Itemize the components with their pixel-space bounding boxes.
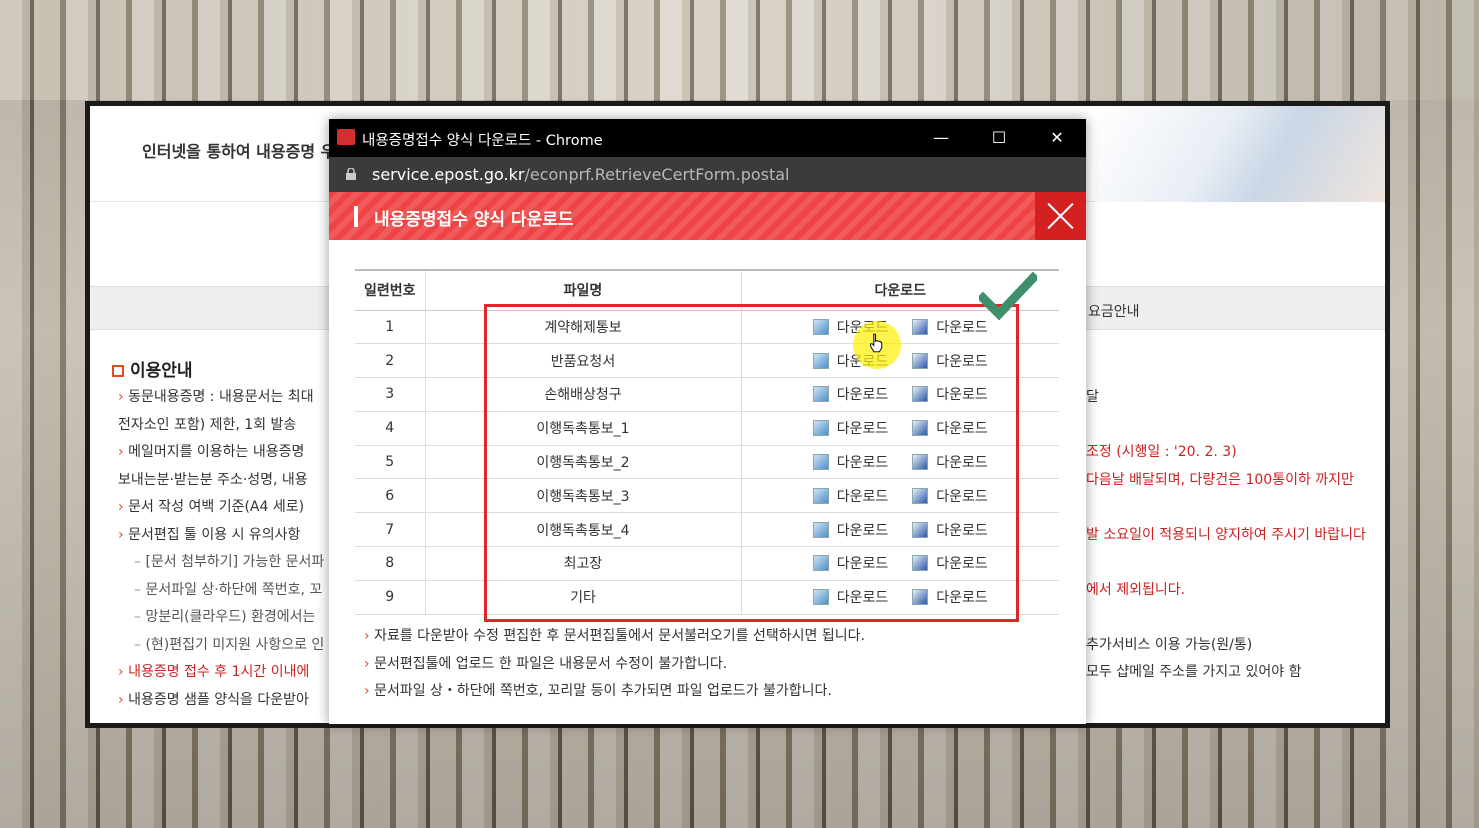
pointer-cursor-icon [870, 333, 883, 353]
info-right-item: 발 소요일이 적용되니 양지하여 주시기 바랍니다 [1086, 526, 1366, 543]
info-item: (현)편집기 미지원 사항으로 인 [118, 632, 338, 660]
info-item: 전자소인 포함) 제한, 1회 발송 [118, 416, 297, 433]
url-path: /econprf.RetrieveCertForm.postal [524, 165, 790, 184]
info-list: 동문내용증명 : 내용문서는 최대전자소인 포함) 제한, 1회 발송메일머지를… [118, 384, 338, 714]
info-item: 내용증명 샘플 양식을 다운받아 [118, 687, 338, 715]
nav-item-fee-info[interactable]: 요금안내 [1088, 301, 1140, 321]
info-right-item: 달 [1086, 389, 1099, 405]
lock-icon [346, 168, 356, 180]
info-right-item [1086, 549, 1385, 577]
info-right-item: 모두 샵메일 주소를 가지고 있어야 함 [1086, 664, 1302, 680]
address-bar[interactable]: service.epost.go.kr/econprf.RetrieveCert… [329, 157, 1086, 192]
url-text[interactable]: service.epost.go.kr/econprf.RetrieveCert… [372, 165, 790, 184]
note-item: 자료를 다운받아 수정 편집한 후 문서편집툴에서 문서불러오기를 선택하시면 … [364, 623, 865, 651]
window-title: 내용증명접수 양식 다운로드 - Chrome [362, 133, 603, 149]
info-right-item: 추가서비스 이용 가능(원/통) [1086, 636, 1253, 653]
row-serial: 3 [355, 377, 425, 412]
info-right-item [1086, 604, 1385, 632]
popup-title: 내용증명접수 양식 다운로드 [374, 210, 574, 230]
row-serial: 5 [355, 445, 425, 480]
cursor-highlight [853, 321, 901, 369]
page-intro-text: 인터넷을 통하여 내용증명 우 [142, 142, 336, 161]
info-right-item [1086, 412, 1385, 440]
info-item: 문서파일 상·하단에 쪽번호, 꼬 [118, 577, 338, 605]
row-serial: 4 [355, 411, 425, 446]
notes-list: 자료를 다운받아 수정 편집한 후 문서편집툴에서 문서불러오기를 선택하시면 … [364, 623, 865, 706]
maximize-button[interactable]: ☐ [970, 119, 1028, 157]
checkmark-icon [979, 272, 1037, 320]
note-item: 문서파일 상・하단에 쪽번호, 꼬리말 등이 추가되면 파일 업로드가 불가합니… [364, 678, 865, 706]
row-serial: 2 [355, 343, 425, 379]
header-bar-accent [354, 206, 358, 227]
info-item: 문서 작성 여백 기준(A4 세로) [118, 494, 338, 522]
info-right-item: 조정 (시행일 : '20. 2. 3) [1086, 444, 1237, 460]
info-right-item: 다음날 배달되며, 다량건은 100통이하 까지만 [1086, 471, 1354, 488]
row-serial: 8 [355, 546, 425, 581]
info-right-item: 에서 제외됩니다. [1086, 581, 1186, 598]
info-item: [문서 첨부하기] 가능한 문서파 [118, 549, 338, 577]
info-item: 보내는분·받는분 주소·성명, 내용 [118, 471, 308, 488]
info-item: 메일머지를 이용하는 내용증명 [118, 439, 338, 467]
info-right-list: 달조정 (시행일 : '20. 2. 3) 다음날 배달되며, 다량건은 100통… [1086, 384, 1385, 687]
row-serial: 1 [355, 310, 425, 345]
url-host: service.epost.go.kr [372, 165, 525, 184]
info-item: 문서편집 툴 이용 시 유의사항 [118, 522, 338, 550]
app-icon [337, 129, 355, 145]
info-item: 내용증명 접수 후 1시간 이내에 [118, 659, 338, 687]
note-item: 문서편집툴에 업로드 한 파일은 내용문서 수정이 불가합니다. [364, 651, 865, 679]
info-item: 망분리(클라우드) 환경에서는 [118, 604, 338, 632]
minimize-button[interactable]: — [912, 119, 970, 157]
col-serial: 일련번호 [355, 269, 425, 311]
close-window-button[interactable]: ✕ [1028, 119, 1086, 157]
popup-close-button[interactable] [1035, 192, 1086, 240]
popup-window: 내용증명접수 양식 다운로드 - Chrome — ☐ ✕ service.ep… [329, 119, 1086, 724]
info-item: 동문내용증명 : 내용문서는 최대 [118, 384, 338, 412]
popup-header: 내용증명접수 양식 다운로드 [329, 192, 1086, 240]
highlight-box [484, 304, 1019, 622]
info-right-item [1086, 494, 1385, 522]
hero-image [1095, 106, 1385, 202]
info-title: 이용안내 [112, 356, 193, 381]
row-serial: 6 [355, 478, 425, 514]
row-serial: 7 [355, 512, 425, 548]
window-titlebar: 내용증명접수 양식 다운로드 - Chrome — ☐ ✕ [329, 119, 1086, 157]
row-serial: 9 [355, 580, 425, 615]
